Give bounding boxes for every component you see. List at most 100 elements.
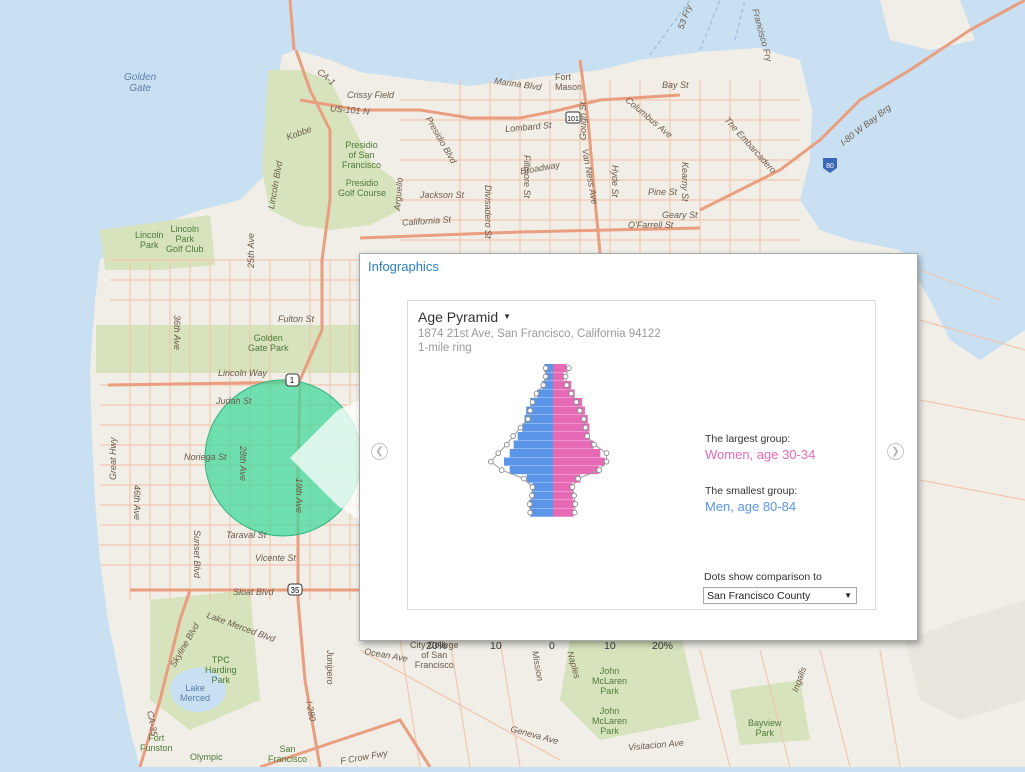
x-tick-label: 20%: [652, 640, 674, 652]
men-bar[interactable]: [526, 474, 553, 483]
park-label: John McLaren Park: [592, 706, 628, 736]
women-comparison-dot: [573, 399, 580, 405]
largest-group-label: The largest group:: [705, 433, 791, 445]
park-label: Lake Merced: [180, 683, 211, 703]
women-bar[interactable]: [553, 372, 564, 381]
street-label: Divisadero St: [483, 185, 493, 239]
men-bar[interactable]: [503, 457, 553, 466]
street-label: Fillmore St: [522, 155, 532, 199]
park-label: John McLaren Park: [592, 666, 628, 696]
men-bar[interactable]: [529, 500, 553, 509]
women-comparison-dot: [571, 509, 578, 516]
men-comparison-dot: [488, 458, 494, 465]
women-bar[interactable]: [553, 457, 605, 466]
water-label: Golden Gate: [124, 72, 157, 94]
largest-group-value: Women, age 30-34: [705, 447, 816, 462]
men-bar[interactable]: [509, 466, 553, 475]
women-comparison-dot: [576, 407, 583, 414]
x-tick-label: 10: [490, 640, 502, 652]
men-comparison-dot: [542, 365, 549, 371]
men-comparison-dot: [540, 382, 547, 388]
women-bar[interactable]: [553, 449, 601, 458]
street-label: 19th Ave: [294, 478, 304, 514]
men-bar[interactable]: [517, 432, 553, 441]
men-bar[interactable]: [509, 449, 553, 458]
women-bar[interactable]: [553, 491, 573, 500]
street-label: Noriega St: [184, 452, 227, 462]
x-tick-label: 0: [549, 640, 555, 652]
park-label: Lincoln Park: [135, 230, 164, 250]
street-label: Junipero: [325, 650, 335, 685]
women-bar[interactable]: [553, 508, 574, 517]
svg-text:35: 35: [291, 586, 300, 595]
park-label: Lincoln Park Golf Club: [166, 224, 204, 254]
men-comparison-dot: [529, 399, 536, 405]
street-label: Great Hwy: [108, 437, 118, 480]
street-label: Gough St: [578, 101, 588, 140]
park-label: Presidio Golf Course: [338, 178, 387, 198]
women-comparison-dot: [568, 390, 575, 397]
men-bar[interactable]: [513, 440, 553, 449]
women-comparison-dot: [596, 467, 603, 473]
street-label: Crissy Field: [347, 90, 395, 100]
street-label: Vicente St: [255, 553, 296, 563]
street-label: Kearny St: [680, 162, 690, 202]
smallest-group-label: The smallest group:: [705, 485, 798, 497]
street-label: 46th Ave: [132, 485, 142, 521]
men-bar[interactable]: [537, 389, 553, 398]
women-bar[interactable]: [553, 500, 575, 509]
men-bar[interactable]: [530, 508, 553, 517]
men-comparison-dot: [521, 475, 527, 482]
women-comparison-dot: [584, 433, 591, 439]
women-comparison-dot: [603, 458, 610, 465]
women-bar[interactable]: [553, 432, 590, 441]
chevron-right-icon[interactable]: ❯: [887, 443, 904, 460]
women-comparison-dot: [569, 484, 576, 490]
chevron-left-icon[interactable]: ❮: [371, 443, 388, 460]
men-comparison-dot: [527, 509, 534, 516]
street-label: Hyde St: [610, 165, 620, 198]
park-label: Golden Gate Park: [248, 333, 289, 353]
women-comparison-dot: [582, 424, 589, 431]
park-label: Presidio of San Francisco: [342, 140, 382, 170]
men-comparison-dot: [533, 390, 540, 397]
infographics-panel: Infographics ❮ ❯ Age Pyramid ▼ 1874 21st …: [359, 253, 918, 652]
x-tick-label: 20%: [426, 640, 448, 652]
men-bar[interactable]: [532, 483, 553, 492]
comparison-select-value: San Francisco County: [707, 590, 811, 602]
street-label: Taraval St: [226, 530, 267, 540]
street-label: Pine St: [648, 187, 678, 197]
women-comparison-dot: [591, 441, 597, 448]
women-comparison-dot: [572, 501, 579, 507]
men-comparison-dot: [510, 433, 516, 439]
street-label: Fulton St: [278, 314, 315, 324]
men-comparison-dot: [495, 450, 502, 456]
street-label: Fort Mason: [555, 72, 583, 92]
comparison-label: Dots show comparison to: [704, 571, 822, 583]
men-comparison-dot: [529, 492, 535, 499]
women-bar[interactable]: [553, 440, 594, 449]
street-label: Sloat Blvd: [233, 587, 274, 597]
men-bar[interactable]: [522, 423, 553, 432]
street-label: 25th Ave: [246, 232, 256, 268]
men-comparison-dot: [503, 441, 510, 448]
men-comparison-dot: [527, 407, 534, 414]
men-comparison-dot: [529, 484, 536, 490]
women-bar[interactable]: [553, 364, 567, 373]
men-comparison-dot: [498, 467, 505, 473]
women-comparison-dot: [580, 416, 587, 422]
men-comparison-dot: [542, 373, 549, 380]
women-comparison-dot: [571, 492, 577, 499]
street-label: O'Farrell St: [628, 220, 674, 230]
street-label: Judah St: [216, 396, 252, 406]
street-label: 36th Ave: [172, 315, 182, 351]
comparison-select[interactable]: San Francisco County ▼: [703, 587, 857, 604]
women-comparison-dot: [603, 450, 610, 456]
men-comparison-dot: [517, 424, 524, 431]
men-comparison-dot: [525, 416, 531, 422]
park-label: TPC Harding Park: [205, 655, 237, 685]
women-bar[interactable]: [553, 483, 573, 492]
panel-title: Infographics: [368, 259, 439, 274]
age-pyramid-card: Age Pyramid ▼ 1874 21st Ave, San Francisc…: [407, 300, 876, 652]
street-label: Sunset Blvd: [192, 530, 202, 579]
